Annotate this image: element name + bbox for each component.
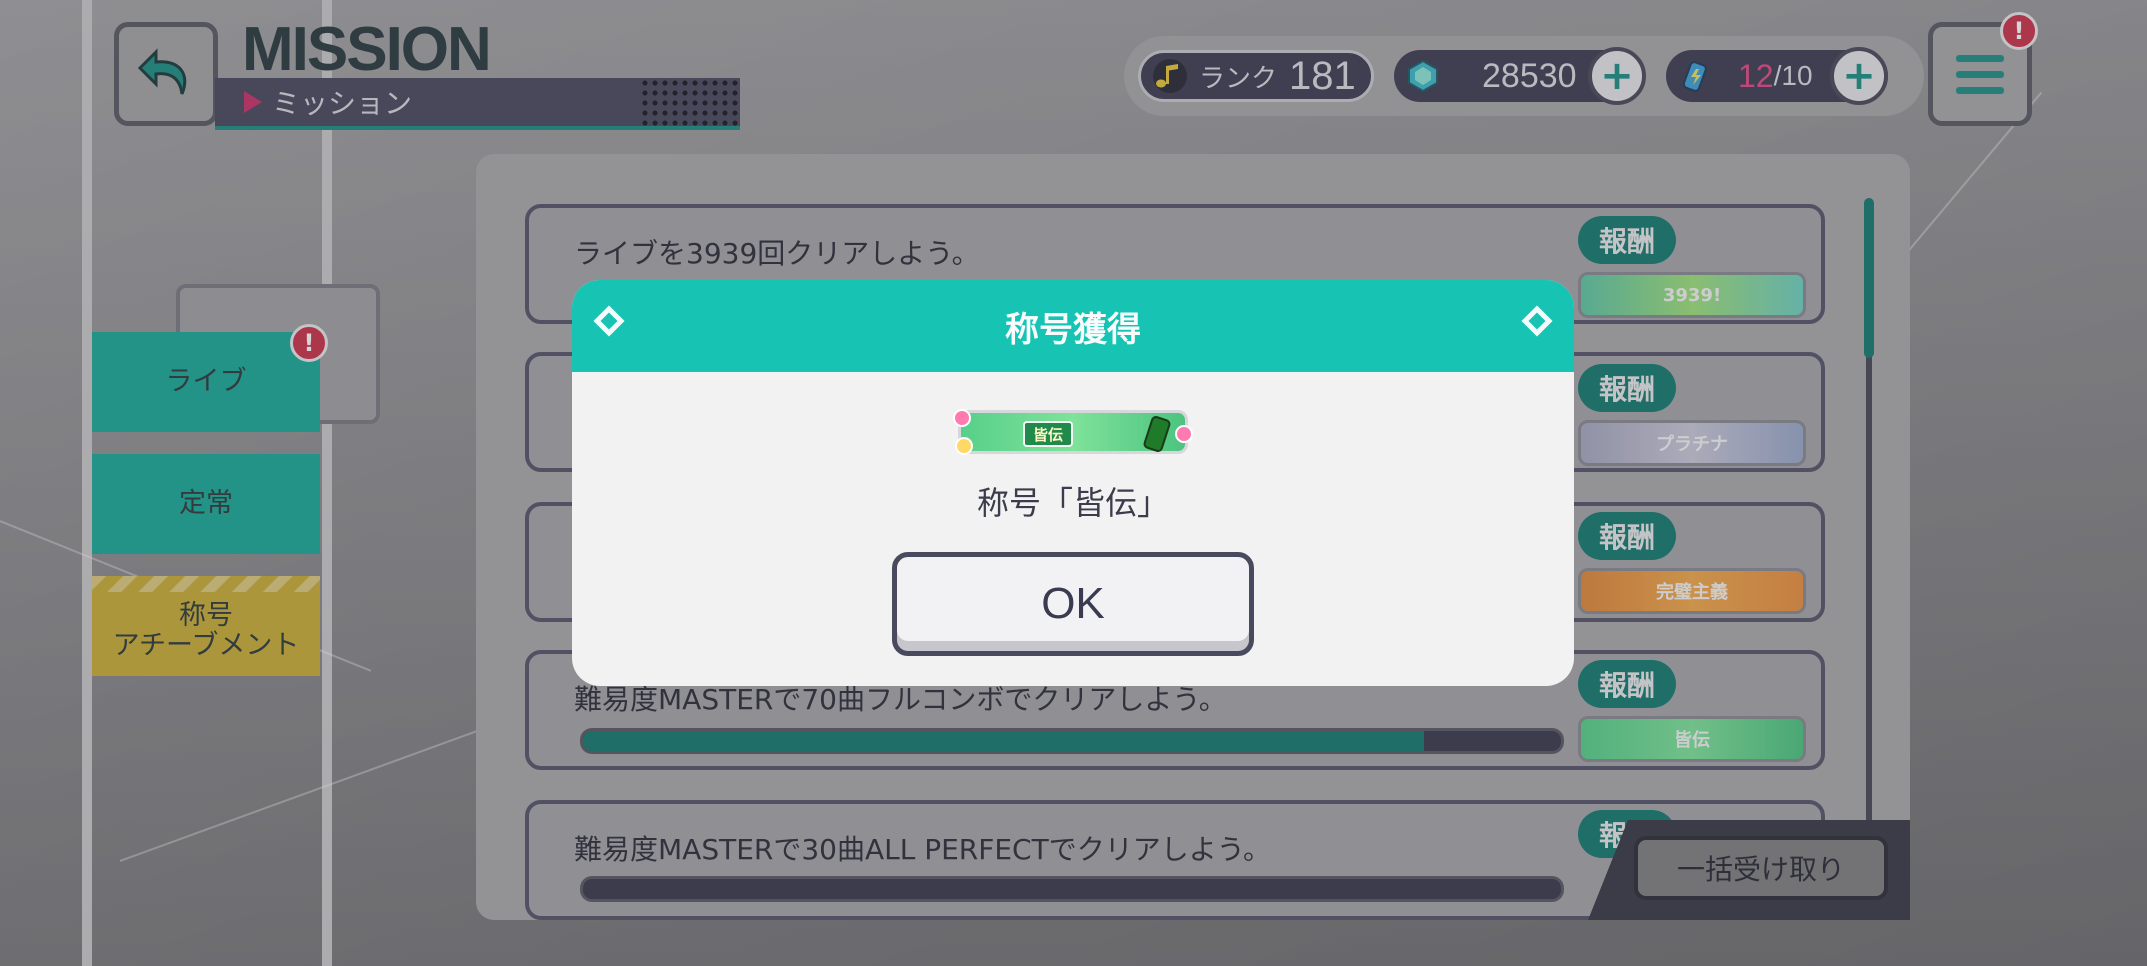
plate-tag: 皆伝 xyxy=(1023,421,1073,447)
flower-icon xyxy=(1175,425,1193,443)
dialog-message: 称号「皆伝」 xyxy=(976,484,1169,522)
bottle-icon xyxy=(1142,414,1172,454)
dialog-header: 称号獲得 xyxy=(572,280,1574,372)
flower-icon xyxy=(953,409,971,427)
flower-icon xyxy=(955,437,973,455)
acquired-title-plate: 皆伝 xyxy=(942,404,1204,460)
ok-button[interactable]: OK xyxy=(892,552,1254,656)
title-acquired-dialog: 称号獲得 皆伝 称号「皆伝」 OK xyxy=(572,280,1574,686)
dialog-title: 称号獲得 xyxy=(1005,309,1141,350)
plate-body: 皆伝 xyxy=(953,409,1193,455)
